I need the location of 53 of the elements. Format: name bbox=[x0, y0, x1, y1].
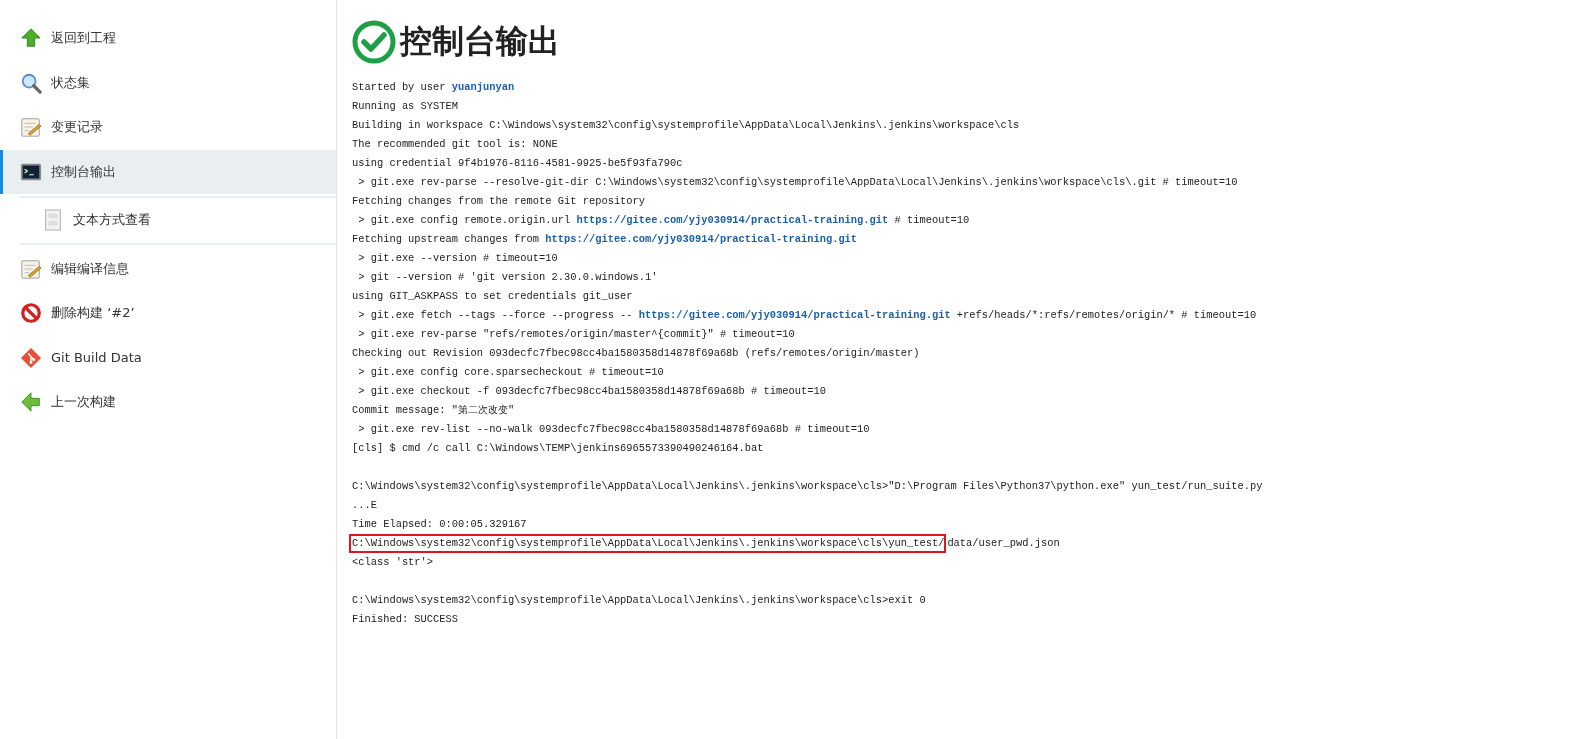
sidebar-item[interactable]: 状态集 bbox=[0, 60, 336, 105]
console-text: C:\Windows\system32\config\systemprofile\AppData\Local\Jenkins\.jenkins\workspace\cls>"D:\Program Files\Python37\python.exe" yun_test/run_suite.py bbox=[352, 480, 1263, 492]
notepad-icon bbox=[20, 116, 42, 139]
console-text: +refs/heads/*:refs/remotes/origin/* # timeout=10 bbox=[955, 309, 1257, 321]
console-text: Fetching upstream changes from bbox=[352, 233, 541, 245]
console-link[interactable]: https://gitee.com/yjy030914/practical-training.git bbox=[638, 309, 951, 321]
notepad-icon bbox=[20, 257, 42, 280]
console-text: Fetching changes from the remote Git repository bbox=[352, 195, 646, 207]
console-text: > git.exe rev-parse --resolve-git-dir C:\Windows\system32\config\systemprofile\AppData\Local\Jenkins\.jenkins\workspace\cls\.git # timeout=10 bbox=[357, 176, 1238, 188]
document-icon bbox=[42, 209, 64, 232]
console-text: > git.exe config remote.origin.url bbox=[357, 214, 572, 226]
console-text: using credential 9f4b1976-8116-4581-9925-be5f93fa790c bbox=[352, 157, 683, 169]
sidebar-item[interactable]: 控制台输出 bbox=[0, 149, 336, 194]
console-text: Started by user bbox=[352, 81, 447, 93]
console-text: > git --version # 'git version 2.30.0.windows.1' bbox=[357, 271, 658, 283]
console-text: using GIT_ASKPASS to set credentials git_user bbox=[352, 290, 633, 302]
highlighted-console-text: C:\Windows\system32\config\systemprofile\AppData\Local\Jenkins\.jenkins\workspace\cls\yun_test/ bbox=[349, 534, 947, 553]
console-text: > git.exe rev-parse "refs/remotes/origin/master^{commit}" # timeout=10 bbox=[357, 328, 795, 340]
console-link[interactable]: https://gitee.com/yjy030914/practical-training.git bbox=[576, 214, 889, 226]
console-link[interactable]: yuanjunyan bbox=[451, 81, 515, 93]
success-check-icon bbox=[352, 20, 396, 64]
console-text: [cls] $ cmd /c call C:\Windows\TEMP\jenkins6965573390490246164.bat bbox=[352, 442, 764, 454]
sidebar-item[interactable]: 返回到工程 bbox=[0, 16, 336, 61]
console-text: # timeout=10 bbox=[893, 214, 970, 226]
git-icon bbox=[20, 346, 42, 369]
console-text: > git.exe --version # timeout=10 bbox=[357, 252, 558, 264]
console-text: Finished: SUCCESS bbox=[352, 613, 458, 625]
console-link[interactable]: https://gitee.com/yjy030914/practical-training.git bbox=[545, 233, 858, 245]
console-text: Checking out Revision 093decfc7fbec98cc4ba1580358d14878f69a68b (refs/remotes/origin/master) bbox=[352, 347, 920, 359]
console-text: > git.exe rev-list --no-walk 093decfc7fbec98cc4ba1580358d14878f69a68b # timeout=10 bbox=[357, 423, 870, 435]
console-text: ...E bbox=[352, 499, 377, 511]
sidebar-item[interactable]: 编辑编译信息 bbox=[0, 246, 336, 291]
console-text: Commit message: "第二次改变" bbox=[352, 404, 515, 416]
console-text: > git.exe fetch --tags --force --progress -- bbox=[357, 309, 634, 321]
console-text: Building in workspace C:\Windows\system32\config\systemprofile\AppData\Local\Jenkins\.jenkins\workspace\cls bbox=[352, 119, 1020, 131]
console-text: data/user_pwd.json bbox=[947, 537, 1060, 549]
console-text: > git.exe config core.sparsecheckout # timeout=10 bbox=[357, 366, 664, 378]
sidebar-item[interactable]: 上一次构建 bbox=[0, 380, 336, 425]
console-text: Running as SYSTEM bbox=[352, 100, 458, 112]
sidebar-item[interactable]: 变更记录 bbox=[0, 105, 336, 150]
page-title: 控制台输出 bbox=[400, 21, 560, 62]
console-text: Time Elapsed: 0:00:05.329167 bbox=[352, 518, 527, 530]
prohibited-icon bbox=[20, 302, 42, 325]
console-text: The recommended git tool is: NONE bbox=[352, 138, 558, 150]
console-text: > git.exe checkout -f 093decfc7fbec98cc4ba1580358d14878f69a68b # timeout=10 bbox=[357, 385, 826, 397]
sidebar-item[interactable]: 删除构建 ‘#2’ bbox=[0, 291, 336, 336]
sidebar-item[interactable]: Git Build Data bbox=[0, 335, 336, 380]
console-text: <class 'str'> bbox=[352, 556, 434, 568]
left-arrow-icon bbox=[20, 391, 42, 414]
magnifier-icon bbox=[20, 71, 42, 94]
sidebar-subitem[interactable]: 文本方式查看 bbox=[19, 198, 336, 243]
up-arrow-icon bbox=[20, 27, 42, 50]
console-text: C:\Windows\system32\config\systemprofile\AppData\Local\Jenkins\.jenkins\workspace\cls>exit 0 bbox=[352, 594, 926, 606]
